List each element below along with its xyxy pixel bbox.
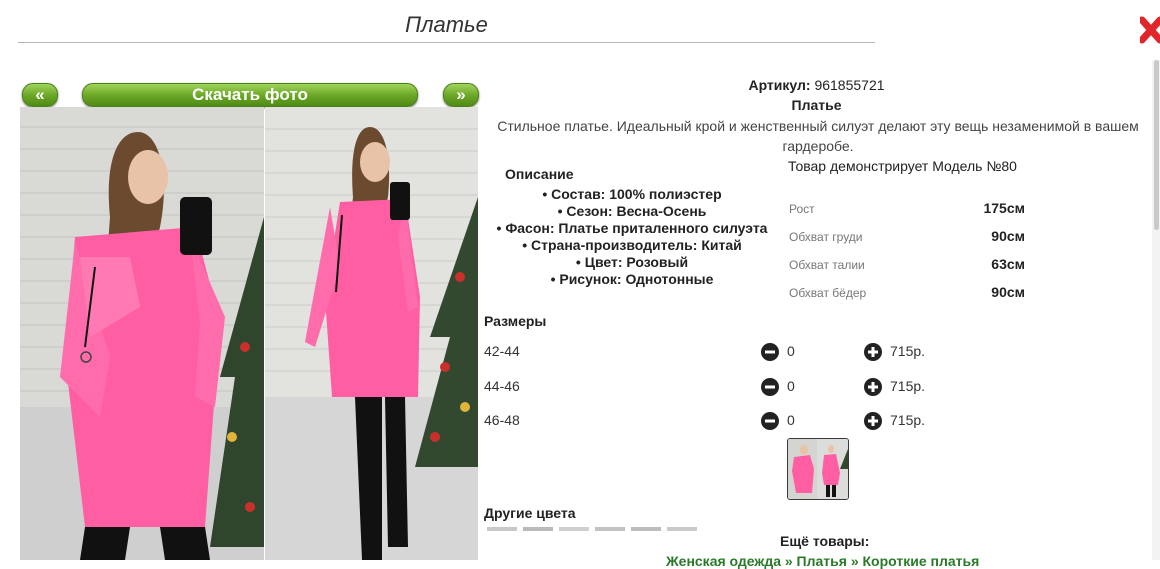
- plus-circle-icon[interactable]: [864, 343, 882, 361]
- category-links[interactable]: Женская одежда » Платья » Короткие плать…: [666, 553, 979, 569]
- size-row: 42-44 0 715р.: [484, 340, 984, 364]
- measurement-label: Обхват груди: [789, 230, 863, 244]
- article-value: 961855721: [814, 77, 885, 93]
- measurement-value: 90см: [991, 228, 1025, 244]
- measurement-row: Обхват груди 90см: [789, 228, 1025, 256]
- spec-item: Фасон: Платье приталенного силуэта: [484, 220, 780, 237]
- other-colors-title: Другие цвета: [484, 505, 576, 521]
- measurement-value: 175см: [983, 200, 1025, 216]
- size-label: 44-46: [484, 378, 520, 394]
- product-name: Платье: [791, 97, 842, 113]
- close-icon[interactable]: [1140, 14, 1160, 46]
- prev-photo-button[interactable]: «: [22, 83, 58, 107]
- size-label: 42-44: [484, 343, 520, 359]
- article-line: Артикул: 961855721: [480, 77, 1153, 93]
- spec-item: Цвет: Розовый: [484, 254, 780, 271]
- spec-item: Состав: 100% полиэстер: [484, 186, 780, 203]
- quantity-value[interactable]: 0: [787, 343, 795, 359]
- measurement-row: Рост 175см: [789, 200, 1025, 228]
- minus-circle-icon[interactable]: [761, 378, 779, 396]
- size-row: 44-46 0 715р.: [484, 375, 984, 399]
- quantity-value[interactable]: 0: [787, 378, 795, 394]
- measurement-row: Обхват талии 63см: [789, 256, 1025, 284]
- size-price: 715р.: [890, 412, 926, 428]
- spec-item: Рисунок: Однотонные: [484, 271, 780, 288]
- minus-circle-icon[interactable]: [761, 412, 779, 430]
- size-label: 46-48: [484, 412, 520, 428]
- model-measurements: Рост 175см Обхват груди 90см Обхват тали…: [789, 200, 1025, 312]
- scrollbar-thumb[interactable]: [1154, 60, 1159, 230]
- article-label: Артикул:: [748, 77, 811, 93]
- model-info: Товар демонстрирует Модель №80: [788, 158, 1017, 174]
- minus-circle-icon[interactable]: [761, 343, 779, 361]
- spec-item: Страна-производитель: Китай: [484, 237, 780, 254]
- quantity-value[interactable]: 0: [787, 412, 795, 428]
- measurement-label: Рост: [789, 202, 815, 216]
- page-title: Платье: [18, 12, 875, 43]
- sizes-title: Размеры: [484, 313, 547, 329]
- product-thumbnail[interactable]: [787, 438, 849, 500]
- plus-circle-icon[interactable]: [864, 412, 882, 430]
- specs-title: Описание: [505, 166, 574, 182]
- next-photo-button[interactable]: »: [443, 83, 479, 107]
- measurement-label: Обхват бёдер: [789, 286, 867, 300]
- specs-list: Состав: 100% полиэстер Сезон: Весна-Осен…: [484, 186, 780, 288]
- other-colors-swatches[interactable]: [487, 527, 697, 531]
- size-row: 46-48 0 715р.: [484, 409, 984, 433]
- more-products-title: Ещё товары:: [780, 533, 870, 549]
- download-photo-button[interactable]: Скачать фото: [82, 83, 418, 107]
- product-photo[interactable]: [20, 107, 478, 560]
- size-price: 715р.: [890, 378, 926, 394]
- measurement-value: 63см: [991, 256, 1025, 272]
- size-price: 715р.: [890, 343, 926, 359]
- plus-circle-icon[interactable]: [864, 378, 882, 396]
- measurement-value: 90см: [991, 284, 1025, 300]
- spec-item: Сезон: Весна-Осень: [484, 203, 780, 220]
- measurement-row: Обхват бёдер 90см: [789, 284, 1025, 312]
- product-description: Стильное платье. Идеальный крой и женств…: [497, 118, 1139, 154]
- measurement-label: Обхват талии: [789, 258, 865, 272]
